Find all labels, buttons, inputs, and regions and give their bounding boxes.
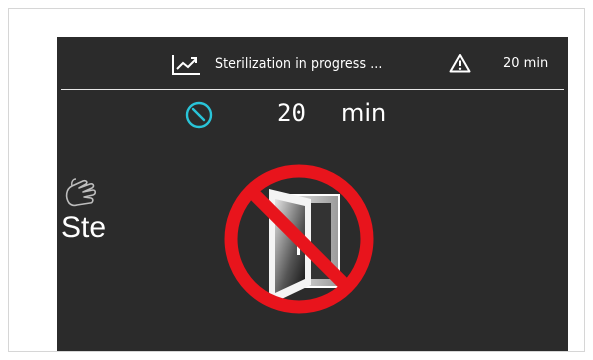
trend-chart-icon bbox=[172, 55, 200, 75]
clock-icon bbox=[185, 101, 213, 129]
timer-unit: min bbox=[341, 99, 387, 127]
no-door-open-icon bbox=[224, 164, 374, 314]
timer-value: 20 bbox=[277, 99, 306, 127]
remaining-time: 20 min bbox=[503, 56, 549, 71]
warning-icon[interactable] bbox=[449, 53, 471, 73]
header-divider bbox=[61, 89, 564, 90]
hand-icon bbox=[65, 178, 97, 207]
status-text: Sterilization in progress ... bbox=[215, 56, 383, 72]
device-frame: Sterilization in progress ... 20 min 20 … bbox=[8, 8, 585, 352]
status-header: Sterilization in progress ... 20 min bbox=[57, 37, 568, 91]
device-screen: Sterilization in progress ... 20 min 20 … bbox=[57, 37, 568, 351]
program-label: Ste bbox=[61, 211, 107, 244]
